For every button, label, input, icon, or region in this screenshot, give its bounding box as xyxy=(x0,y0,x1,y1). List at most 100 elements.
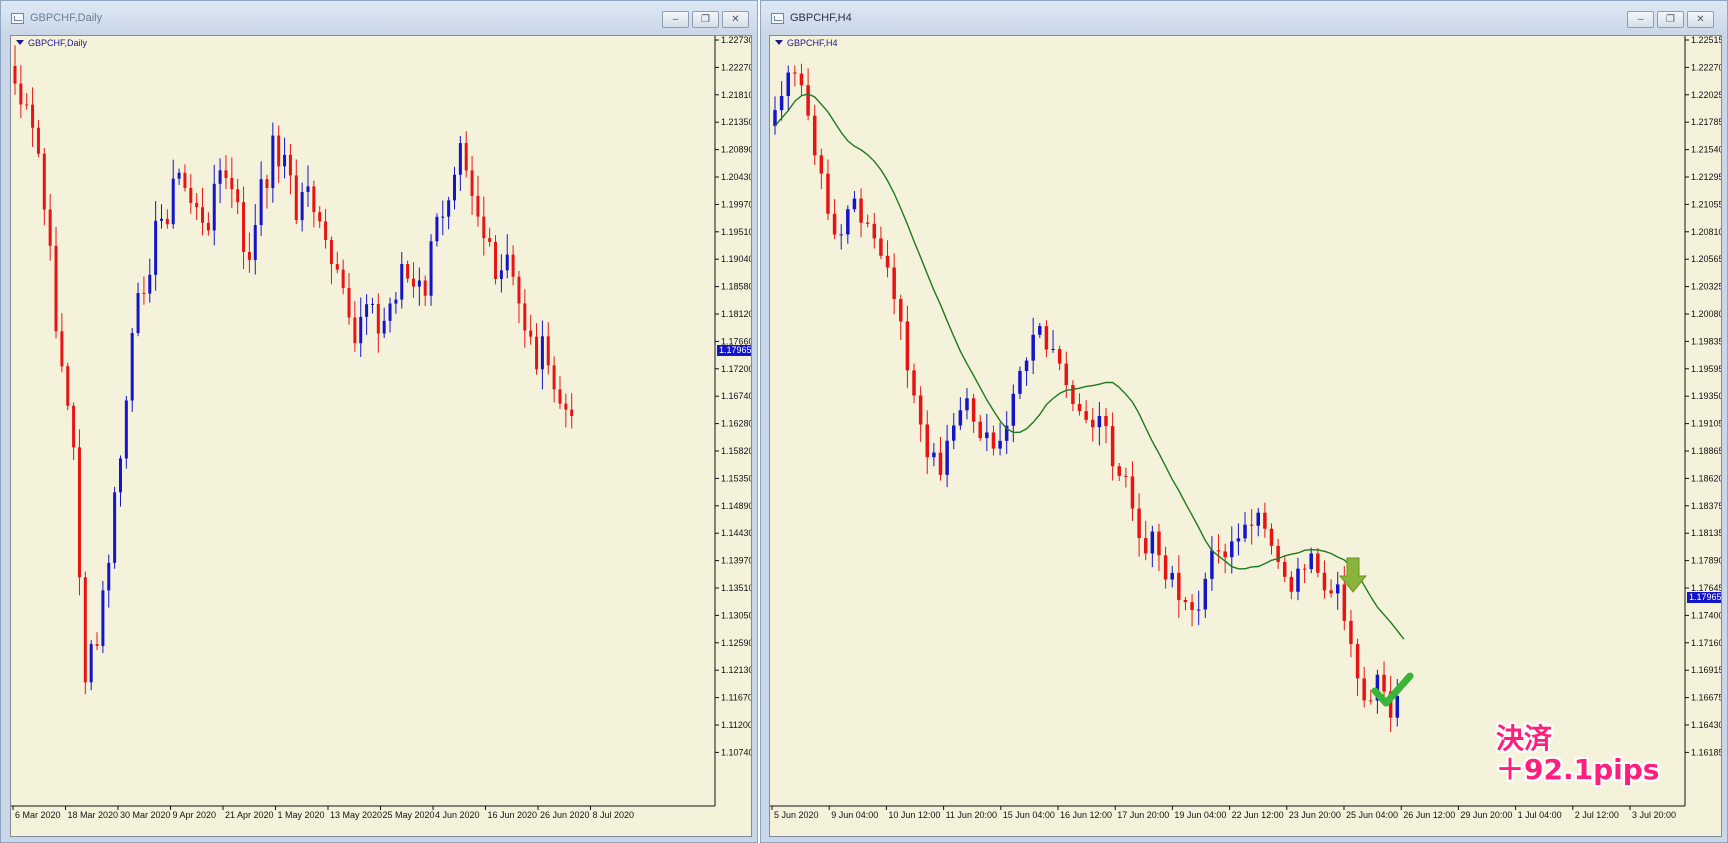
daily-chart-window[interactable]: GBPCHF,Daily – ❐ ✕ GBPCHF,Daily 1.22730 1… xyxy=(0,0,758,843)
candle-body xyxy=(165,218,169,225)
bearish-candle xyxy=(793,65,797,87)
candle-body xyxy=(365,304,369,317)
bearish-candle xyxy=(60,313,64,373)
candle-body xyxy=(1369,700,1373,702)
h4-chart-window[interactable]: GBPCHF,H4 – ❐ ✕ GBPCHF,H4 1.22515 1.22270… xyxy=(760,0,1728,843)
candle-body xyxy=(570,409,574,416)
candle-body xyxy=(253,225,257,261)
bearish-candle xyxy=(1084,400,1088,424)
candle-body xyxy=(154,220,158,275)
bearish-candle xyxy=(1316,547,1320,578)
bullish-candle xyxy=(1203,572,1208,618)
candle-body xyxy=(1309,553,1313,570)
candle-body xyxy=(1282,561,1287,577)
x-tick-label: 13 May 2020 xyxy=(330,810,382,820)
daily-candlestick-chart[interactable]: 1.22730 1.22270 1.21810 1.21350 1.20890 1.204… xyxy=(11,36,752,837)
y-tick-label: 1.19835 xyxy=(1691,336,1722,346)
x-tick-label: 9 Apr 2020 xyxy=(173,810,217,820)
bullish-candle xyxy=(1243,512,1247,543)
candle-body xyxy=(370,303,374,305)
candle-body xyxy=(206,222,210,231)
x-tick-label: 30 Mar 2020 xyxy=(120,810,171,820)
bullish-candle xyxy=(1196,590,1201,626)
candle-body xyxy=(779,95,784,111)
minimize-button[interactable]: – xyxy=(662,11,689,28)
close-icon: ✕ xyxy=(1696,14,1705,25)
bullish-candle xyxy=(101,581,105,654)
candle-body xyxy=(230,177,234,190)
candle-body xyxy=(1117,466,1121,476)
bearish-candle xyxy=(799,63,804,96)
candle-body xyxy=(505,254,509,271)
bearish-candle xyxy=(1071,380,1075,412)
bearish-candle xyxy=(13,45,17,95)
candles-group xyxy=(13,45,574,695)
candle-body xyxy=(453,174,456,201)
candle-body xyxy=(160,218,163,221)
bullish-candle xyxy=(965,388,969,420)
bullish-candle xyxy=(540,320,544,390)
candle-body xyxy=(482,216,486,239)
bullish-candle xyxy=(458,135,462,191)
y-tick-label: 1.14890 xyxy=(721,501,752,511)
bearish-candle xyxy=(859,188,863,238)
bearish-candle xyxy=(546,322,550,375)
candle-body xyxy=(1342,584,1347,621)
candle-body xyxy=(218,170,222,184)
bearish-candle xyxy=(206,212,210,236)
candle-body xyxy=(1170,572,1174,580)
bearish-candle xyxy=(195,193,199,220)
bullish-candle xyxy=(177,168,181,185)
bearish-candle xyxy=(95,632,99,651)
bullish-candle xyxy=(1170,565,1174,588)
candle-body xyxy=(242,202,246,252)
y-tick-label: 1.15820 xyxy=(721,446,752,456)
candle-body xyxy=(118,458,122,493)
x-tick-label: 26 Jun 12:00 xyxy=(1403,810,1455,820)
y-tick-label: 1.22730 xyxy=(721,36,752,45)
restore-button[interactable]: ❐ xyxy=(1657,11,1684,28)
bullish-candle xyxy=(283,137,287,179)
bullish-candle xyxy=(171,159,175,229)
bearish-candle xyxy=(423,275,427,307)
h4-candlestick-chart[interactable]: 1.22515 1.22270 1.22025 1.21785 1.21540 1.212… xyxy=(770,36,1722,837)
y-tick-label: 1.22515 xyxy=(1691,36,1722,45)
bullish-candle xyxy=(370,297,374,314)
bearish-candle xyxy=(812,104,817,166)
y-tick-label: 1.21350 xyxy=(721,117,752,127)
y-tick-label: 1.13050 xyxy=(721,610,752,620)
h4-chart-area[interactable]: GBPCHF,H4 1.22515 1.22270 1.22025 1.21785 1.… xyxy=(769,35,1722,837)
candle-body xyxy=(1044,326,1049,350)
bullish-candle xyxy=(359,297,363,358)
bearish-candle xyxy=(1269,523,1274,555)
bearish-candle xyxy=(1190,594,1194,627)
bullish-candle xyxy=(148,258,152,303)
current-price-tag: 1.17965 xyxy=(717,345,752,356)
checkmark-icon xyxy=(1371,672,1414,707)
x-tick-label: 16 Jun 12:00 xyxy=(1060,810,1112,820)
candle-body xyxy=(1216,550,1221,552)
restore-button[interactable]: ❐ xyxy=(692,11,719,28)
candle-body xyxy=(819,155,824,174)
x-tick-label: 1 May 2020 xyxy=(278,810,325,820)
candle-body xyxy=(1163,555,1168,580)
candle-body xyxy=(1104,416,1108,427)
close-button[interactable]: ✕ xyxy=(722,11,749,28)
candle-body xyxy=(1157,531,1161,556)
bearish-candle xyxy=(236,178,240,215)
bearish-candle xyxy=(48,194,52,261)
daily-chart-area[interactable]: GBPCHF,Daily 1.22730 1.22270 1.21810 1.2135… xyxy=(10,35,752,837)
minimize-button[interactable]: – xyxy=(1627,11,1654,28)
bearish-candle xyxy=(832,199,837,240)
candle-body xyxy=(25,104,29,106)
window-titlebar[interactable]: GBPCHF,H4 – ❐ ✕ xyxy=(761,1,1727,34)
window-title: GBPCHF,Daily xyxy=(30,12,103,24)
candle-body xyxy=(201,207,205,223)
candle-body xyxy=(799,73,804,86)
bearish-candle xyxy=(1124,467,1128,488)
candle-body xyxy=(265,179,269,189)
candle-body xyxy=(879,238,883,256)
window-titlebar[interactable]: GBPCHF,Daily – ❐ ✕ xyxy=(1,1,757,34)
close-button[interactable]: ✕ xyxy=(1687,11,1714,28)
bearish-candle xyxy=(77,429,81,596)
